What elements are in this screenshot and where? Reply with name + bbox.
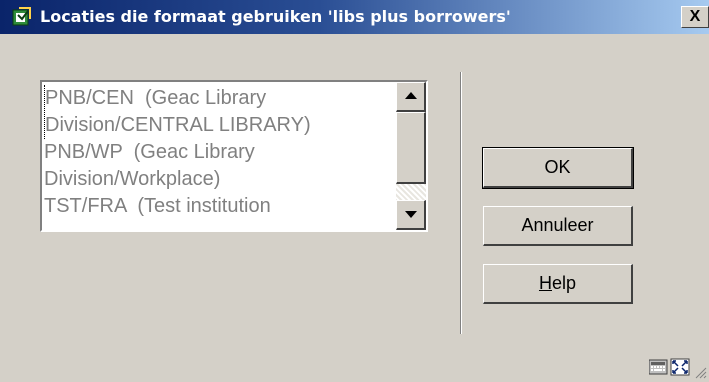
list-item[interactable]: PNB/WP (Geac Library Division/Workplace) <box>44 139 394 193</box>
scroll-down-button[interactable] <box>396 200 426 230</box>
help-accelerator: H <box>538 273 552 293</box>
arrow-up-icon <box>405 92 417 99</box>
status-icons <box>648 357 693 382</box>
vertical-scrollbar[interactable] <box>396 82 426 230</box>
vertical-divider <box>460 72 462 334</box>
list-item[interactable]: PNB/CEN (Geac Library Division/CENTRAL L… <box>44 85 394 139</box>
app-window-icon <box>12 7 31 26</box>
arrow-down-icon <box>405 211 417 218</box>
close-button[interactable]: X <box>681 6 709 28</box>
keyboard-icon[interactable] <box>648 359 668 375</box>
window-title: Locaties die formaat gebruiken 'libs plu… <box>40 7 511 26</box>
cancel-button[interactable]: Annuleer <box>483 206 633 246</box>
help-button[interactable]: Help <box>483 264 633 304</box>
list-item[interactable]: TST/FRA (Test institution <box>44 193 394 230</box>
status-icon-group <box>648 358 690 376</box>
location-listbox[interactable]: PNB/CEN (Geac Library Division/CENTRAL L… <box>40 80 428 232</box>
scroll-up-button[interactable] <box>396 82 426 112</box>
ok-button[interactable]: OK <box>482 147 634 189</box>
resize-grip-icon[interactable] <box>695 367 707 379</box>
fullscreen-icon[interactable] <box>670 358 690 376</box>
scroll-thumb[interactable] <box>396 112 426 184</box>
title-bar: Locaties die formaat gebruiken 'libs plu… <box>0 0 709 34</box>
help-label-rest: elp <box>551 273 577 293</box>
